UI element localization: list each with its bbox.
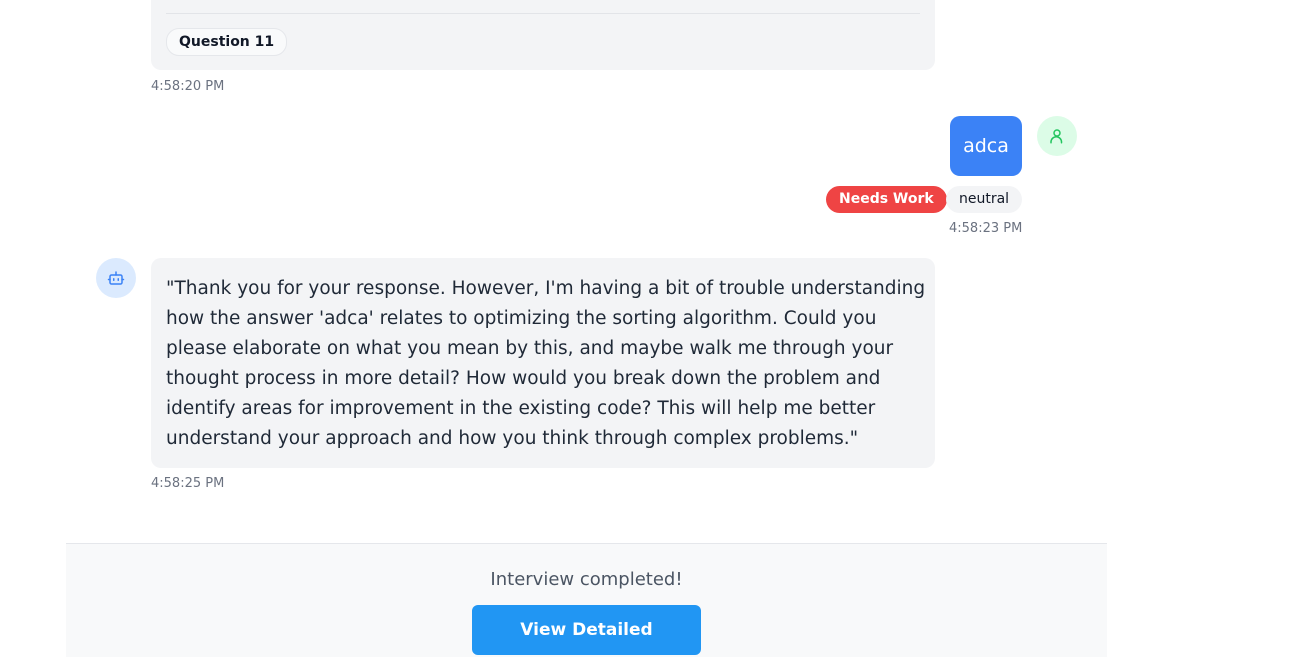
bot-avatar (96, 258, 136, 298)
sentiment-badge: neutral (946, 186, 1023, 213)
question-tag: Question 11 (166, 28, 288, 56)
bot-message-bubble: Question 11 (151, 0, 935, 70)
message-timestamp: 4:58:23 PM (949, 221, 1023, 236)
user-avatar (1037, 116, 1077, 156)
user-message-bubble: adca (950, 116, 1022, 176)
bot-icon (107, 271, 125, 285)
bot-message-text: "Thank you for your response. However, I… (166, 278, 926, 449)
message-divider (166, 13, 920, 14)
message-timestamp: 4:58:25 PM (151, 476, 225, 491)
interview-status: Interview completed! (490, 569, 683, 590)
chat-page: Question 11 4:58:20 PM adca Needs Work n… (0, 0, 1307, 657)
user-icon (1050, 129, 1063, 144)
view-feedback-button[interactable]: View Detailed Feedback (472, 605, 701, 655)
message-timestamp: 4:58:20 PM (151, 79, 225, 94)
interview-footer: Interview completed! View Detailed Feedb… (66, 543, 1107, 657)
bot-message-bubble: "Thank you for your response. However, I… (151, 258, 935, 468)
score-badge: Needs Work (826, 186, 947, 213)
